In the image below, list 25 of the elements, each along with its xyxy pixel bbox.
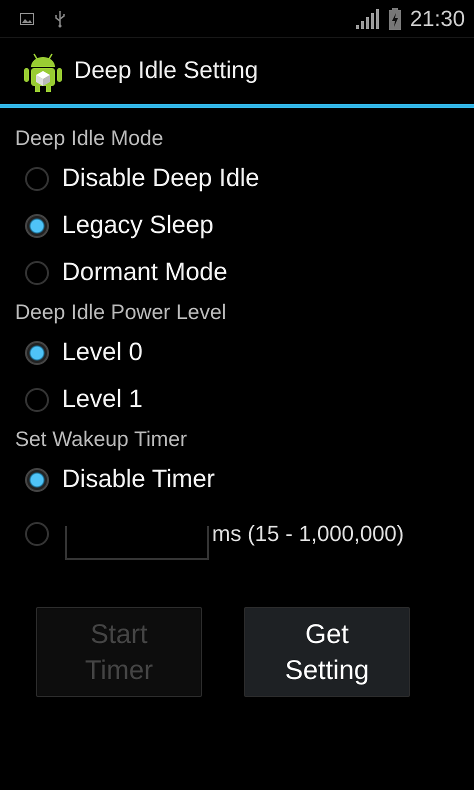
section-header: Deep Idle Power Level <box>14 300 228 326</box>
radio-button[interactable] <box>25 166 49 190</box>
section-header: Deep Idle Mode <box>14 126 164 152</box>
battery-icon <box>388 8 401 30</box>
section-header: Set Wakeup Timer <box>14 427 188 453</box>
app-title: Deep Idle Setting <box>74 57 258 85</box>
unit-label: ms (15 - 1,000,000) <box>212 521 404 547</box>
signal-icon <box>356 8 380 28</box>
radio-label[interactable]: Level 1 <box>62 385 143 414</box>
radio-button[interactable] <box>25 388 49 412</box>
radio-button[interactable] <box>25 260 49 284</box>
action-button[interactable]: Get Setting <box>244 607 410 697</box>
radio-button[interactable] <box>25 214 49 238</box>
radio-button[interactable] <box>25 522 49 546</box>
radio-label[interactable]: Disable Timer <box>62 465 215 494</box>
radio-label[interactable]: Legacy Sleep <box>62 211 214 240</box>
radio-label[interactable]: Disable Deep Idle <box>62 164 260 193</box>
radio-button[interactable] <box>25 468 49 492</box>
radio-label[interactable]: Level 0 <box>62 338 143 367</box>
clock: 21:30 <box>410 6 465 32</box>
radio-button[interactable] <box>25 340 49 364</box>
usb-icon <box>54 10 66 28</box>
radio-label[interactable]: Dormant Mode <box>62 258 228 287</box>
input-field[interactable] <box>65 526 209 560</box>
picture-icon <box>20 12 34 24</box>
